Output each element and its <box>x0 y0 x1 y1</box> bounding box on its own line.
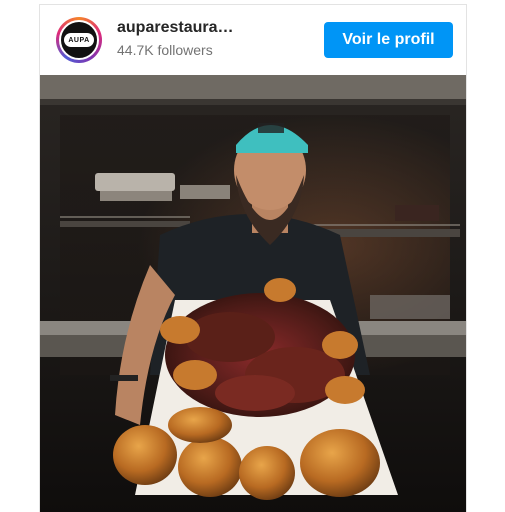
post-header: AUPA auparestaura… 44.7K followers Voir … <box>40 5 466 75</box>
view-profile-button[interactable]: Voir le profil <box>324 22 453 58</box>
avatar-logo-text: AUPA <box>64 33 94 47</box>
instagram-embed-card: AUPA auparestaura… 44.7K followers Voir … <box>39 4 467 512</box>
post-photo[interactable] <box>40 75 467 512</box>
username[interactable]: auparestaura… <box>117 19 245 37</box>
avatar[interactable]: AUPA <box>56 17 102 63</box>
avatar-image: AUPA <box>59 20 99 60</box>
follower-count: 44.7K followers <box>117 42 213 58</box>
